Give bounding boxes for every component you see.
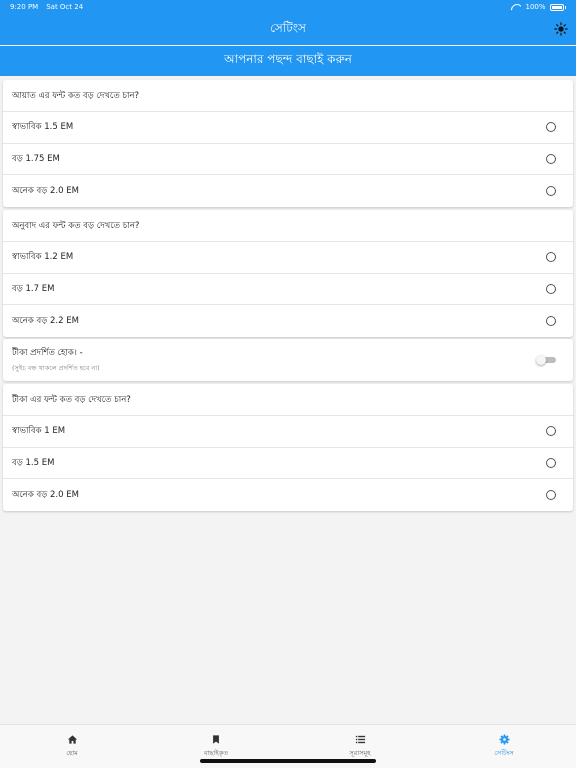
tika-font-option-large[interactable]: বড় 1.5 EM [3,448,573,479]
theme-toggle-button[interactable] [554,22,568,36]
nav-label: সূরাসমূহ [349,749,371,757]
radio-button[interactable] [546,283,556,294]
option-label: অনেক বড় 2.0 EM [12,489,79,500]
option-label: স্বাভাবিক 1.2 EM [12,252,74,263]
radio-button[interactable] [546,457,556,468]
tika-toggle-switch[interactable] [536,355,556,365]
nav-label: বাছাইকৃত [203,749,229,757]
ayat-font-option-normal[interactable]: স্বাভাবিক 1.5 EM [3,112,573,144]
translation-font-option-xlarge[interactable]: অনেক বড় 2.2 EM [3,305,573,337]
tika-font-option-normal[interactable]: স্বাভাবিক 1 EM [3,416,573,448]
option-label: বড় 1.7 EM [12,283,55,294]
option-label: বড় 1.5 EM [12,457,55,468]
nav-item-settings[interactable]: সেটিংস [432,725,576,768]
subheader-title: আপনার পছন্দ বাছাই করুন [224,52,352,66]
bookmark-icon [210,733,222,745]
page-title: সেটিংস [270,20,306,35]
status-date: Sat Oct 24 [46,3,84,11]
ayat-font-option-xlarge[interactable]: অনেক বড় 2.0 EM [3,175,573,207]
tika-toggle-hint: (সুইচ বন্ধ থাকলে প্রদর্শিত হবে না) [12,364,100,372]
status-time: 9:20 PM [10,3,39,11]
status-bar: 9:20 PM Sat Oct 24 100% [0,0,576,14]
option-label: অনেক বড় 2.2 EM [12,315,79,326]
battery-percent: 100% [525,3,546,11]
radio-button[interactable] [546,489,556,500]
wifi-icon [511,4,521,11]
tika-toggle-label: টীকা প্রদর্শিত হোক। - [12,348,83,358]
sun-icon [554,22,568,36]
tika-font-card: টীকা এর ফন্ট কত বড় দেখতে চান? স্বাভাবিক… [3,384,573,511]
radio-button[interactable] [546,315,556,326]
battery-icon [549,3,564,11]
home-indicator [200,759,376,763]
radio-button[interactable] [546,185,556,196]
nav-item-home[interactable]: হোম [0,725,144,768]
option-label: স্বাভাবিক 1 EM [12,426,66,437]
settings-subheader: আপনার পছন্দ বাছাই করুন [0,46,576,76]
radio-button[interactable] [546,153,556,164]
radio-button[interactable] [546,426,556,437]
option-label: বড় 1.75 EM [12,153,60,164]
nav-label: সেটিংস [494,749,514,757]
ayat-font-question: আয়াত এর ফন্ট কত বড় দেখতে চান? [3,80,573,112]
tika-font-question: টীকা এর ফন্ট কত বড় দেখতে চান? [3,384,573,416]
tika-toggle-card[interactable]: টীকা প্রদর্শিত হোক। - (সুইচ বন্ধ থাকলে প… [3,339,573,381]
translation-font-option-normal[interactable]: স্বাভাবিক 1.2 EM [3,242,573,274]
translation-font-question: অনুবাদ এর ফন্ট কত বড় দেখতে চান? [3,210,573,242]
app-bar: সেটিংস [0,14,576,45]
list-icon [354,733,366,745]
ayat-font-card: আয়াত এর ফন্ট কত বড় দেখতে চান? স্বাভাবি… [3,80,573,207]
ayat-font-option-large[interactable]: বড় 1.75 EM [3,144,573,175]
home-icon [66,733,78,745]
option-label: স্বাভাবিক 1.5 EM [12,122,74,133]
translation-font-option-large[interactable]: বড় 1.7 EM [3,274,573,305]
radio-button[interactable] [546,252,556,263]
tika-font-option-xlarge[interactable]: অনেক বড় 2.0 EM [3,479,573,511]
option-label: অনেক বড় 2.0 EM [12,185,79,196]
nav-label: হোম [66,749,78,757]
radio-button[interactable] [546,122,556,133]
gear-icon [498,733,510,745]
translation-font-card: অনুবাদ এর ফন্ট কত বড় দেখতে চান? স্বাভাব… [3,210,573,337]
